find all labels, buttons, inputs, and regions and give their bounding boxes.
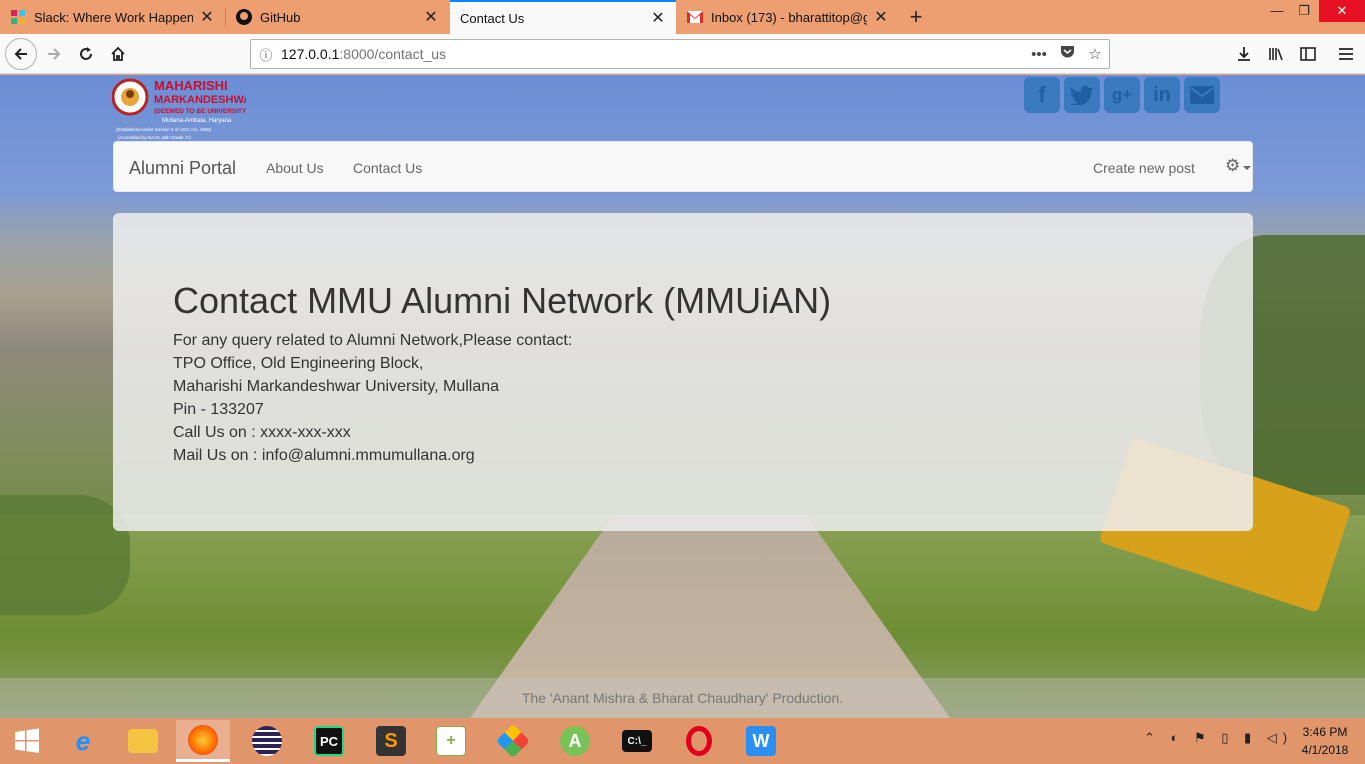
home-icon[interactable] (104, 40, 132, 68)
clock-time: 3:46 PM (1302, 725, 1348, 739)
close-tab-icon[interactable]: ✕ (650, 8, 666, 28)
windows-taskbar: e PC S + A C:\_ W ⌃ ◐ ⚑ ▯ ▮ ◁) 3:46 PM 4… (0, 718, 1365, 764)
page-title: Contact MMU Alumni Network (MMUiAN) (173, 280, 832, 321)
slack-icon (10, 9, 26, 25)
nav-link-contact-us[interactable]: Contact Us (353, 160, 422, 176)
url-host: 127.0.0.1 (281, 46, 340, 62)
url-path: :8000/contact_us (339, 46, 447, 62)
tab-slack[interactable]: Slack: Where Work Happens ✕ (0, 0, 225, 34)
firefox-icon[interactable] (176, 720, 230, 762)
wps-icon[interactable]: W (734, 720, 788, 762)
google-plus-icon[interactable]: g+ (1104, 77, 1140, 113)
notepad-plus-icon[interactable]: + (424, 720, 478, 762)
browser-toolbar: ⓘ 127.0.0.1:8000/contact_us ••• ☆ (0, 34, 1365, 74)
bookmark-star-icon[interactable]: ☆ (1081, 45, 1109, 63)
contact-line-pin: Pin - 133207 (173, 401, 264, 418)
info-icon[interactable]: ⓘ (251, 45, 281, 64)
download-icon[interactable] (1230, 40, 1258, 68)
email-icon[interactable] (1184, 77, 1220, 113)
internet-explorer-icon[interactable]: e (56, 720, 110, 762)
tab-gmail[interactable]: Inbox (173) - bharattitop@gma ✕ (677, 0, 899, 34)
close-tab-icon[interactable]: ✕ (423, 7, 439, 27)
url-text[interactable]: 127.0.0.1:8000/contact_us (281, 46, 1025, 62)
page-viewport: MAHARISHI MARKANDESHWAR (DEEMED TO BE UN… (0, 75, 1365, 718)
logo-tagline: (DEEMED TO BE UNIVERSITY) (154, 108, 246, 115)
logo-name-line2: MARKANDESHWAR (154, 94, 246, 106)
brand-link[interactable]: Alumni Portal (129, 158, 236, 179)
restore-icon[interactable]: ❐ (1289, 0, 1319, 22)
browser-tab-strip: Slack: Where Work Happens ✕ GitHub ✕ Con… (0, 0, 1365, 34)
contact-line-university: Maharishi Markandeshwar University, Mull… (173, 378, 500, 395)
start-icon[interactable] (0, 720, 54, 762)
close-tab-icon[interactable]: ✕ (873, 7, 889, 27)
tab-title: Slack: Where Work Happens (34, 9, 193, 25)
hamburger-menu-icon[interactable] (1332, 40, 1360, 68)
clock-date: 4/1/2018 (1301, 743, 1349, 757)
close-tab-icon[interactable]: ✕ (199, 7, 215, 27)
system-clock[interactable]: 3:46 PM 4/1/2018 (1290, 723, 1360, 759)
eclipse-icon[interactable] (240, 720, 294, 762)
logo-place: Mullana-Ambala, Haryana (162, 118, 232, 124)
minimize-icon[interactable]: — (1262, 0, 1292, 22)
gmail-icon (687, 9, 703, 25)
logo-name-line1: MAHARISHI (154, 78, 228, 93)
caret-down-icon[interactable] (1243, 166, 1251, 170)
tab-title: Contact Us (460, 10, 525, 26)
pycharm-icon[interactable]: PC (302, 720, 356, 762)
site-navbar: Alumni Portal About Us Contact Us Create… (113, 141, 1253, 192)
android-studio-icon[interactable]: A (548, 720, 602, 762)
page-footer: The 'Anant Mishra & Bharat Chaudhary' Pr… (0, 678, 1365, 718)
facebook-icon[interactable]: f (1024, 77, 1060, 113)
close-window-icon[interactable]: ✕ (1319, 0, 1365, 22)
university-logo[interactable]: MAHARISHI MARKANDESHWAR (DEEMED TO BE UN… (111, 75, 259, 141)
tab-github[interactable]: GitHub ✕ (226, 0, 449, 34)
contact-line-email: Mail Us on : info@alumni.mmumullana.org (173, 447, 475, 464)
git-icon[interactable] (486, 720, 540, 762)
contact-line-intro: For any query related to Alumni Network,… (173, 332, 573, 349)
contact-line-phone: Call Us on : xxxx-xxx-xxx (173, 424, 351, 441)
logo-accreditation-line1: (Established under Section 3 of UGC Act,… (116, 127, 212, 132)
file-explorer-icon[interactable] (116, 720, 170, 762)
reload-icon[interactable] (72, 40, 100, 68)
sidebar-icon[interactable] (1294, 40, 1322, 68)
tab-title: GitHub (260, 9, 301, 25)
background-trees (0, 495, 130, 615)
create-new-post-link[interactable]: Create new post (1093, 160, 1195, 176)
forward-arrow-icon[interactable] (40, 40, 68, 68)
gear-icon[interactable]: ⚙ (1225, 156, 1240, 176)
new-tab-icon[interactable]: + (904, 4, 928, 30)
tab-contact-us[interactable]: Contact Us ✕ (450, 0, 676, 34)
twitter-icon[interactable] (1064, 77, 1100, 113)
system-tray[interactable]: ⌃ ◐ ⚑ ▯ ▮ ◁) (1144, 730, 1293, 746)
page-actions-icon[interactable]: ••• (1025, 46, 1053, 63)
logo-accreditation-line2: (Accredited by NAAC with Grade 'A') (118, 135, 191, 140)
github-icon (236, 9, 252, 25)
contact-line-office: TPO Office, Old Engineering Block, (173, 355, 424, 372)
cmd-icon[interactable]: C:\_ (610, 720, 664, 762)
linkedin-icon[interactable]: in (1144, 77, 1180, 113)
url-bar[interactable]: ⓘ 127.0.0.1:8000/contact_us ••• ☆ (250, 39, 1110, 69)
library-icon[interactable] (1262, 40, 1290, 68)
back-arrow-icon[interactable] (5, 38, 37, 70)
opera-icon[interactable] (672, 720, 726, 762)
sublime-text-icon[interactable]: S (364, 720, 418, 762)
contact-panel: Contact MMU Alumni Network (MMUiAN) For … (113, 213, 1253, 531)
tab-title: Inbox (173) - bharattitop@gma (711, 9, 867, 25)
pocket-icon[interactable] (1053, 45, 1081, 63)
nav-link-about-us[interactable]: About Us (266, 160, 324, 176)
